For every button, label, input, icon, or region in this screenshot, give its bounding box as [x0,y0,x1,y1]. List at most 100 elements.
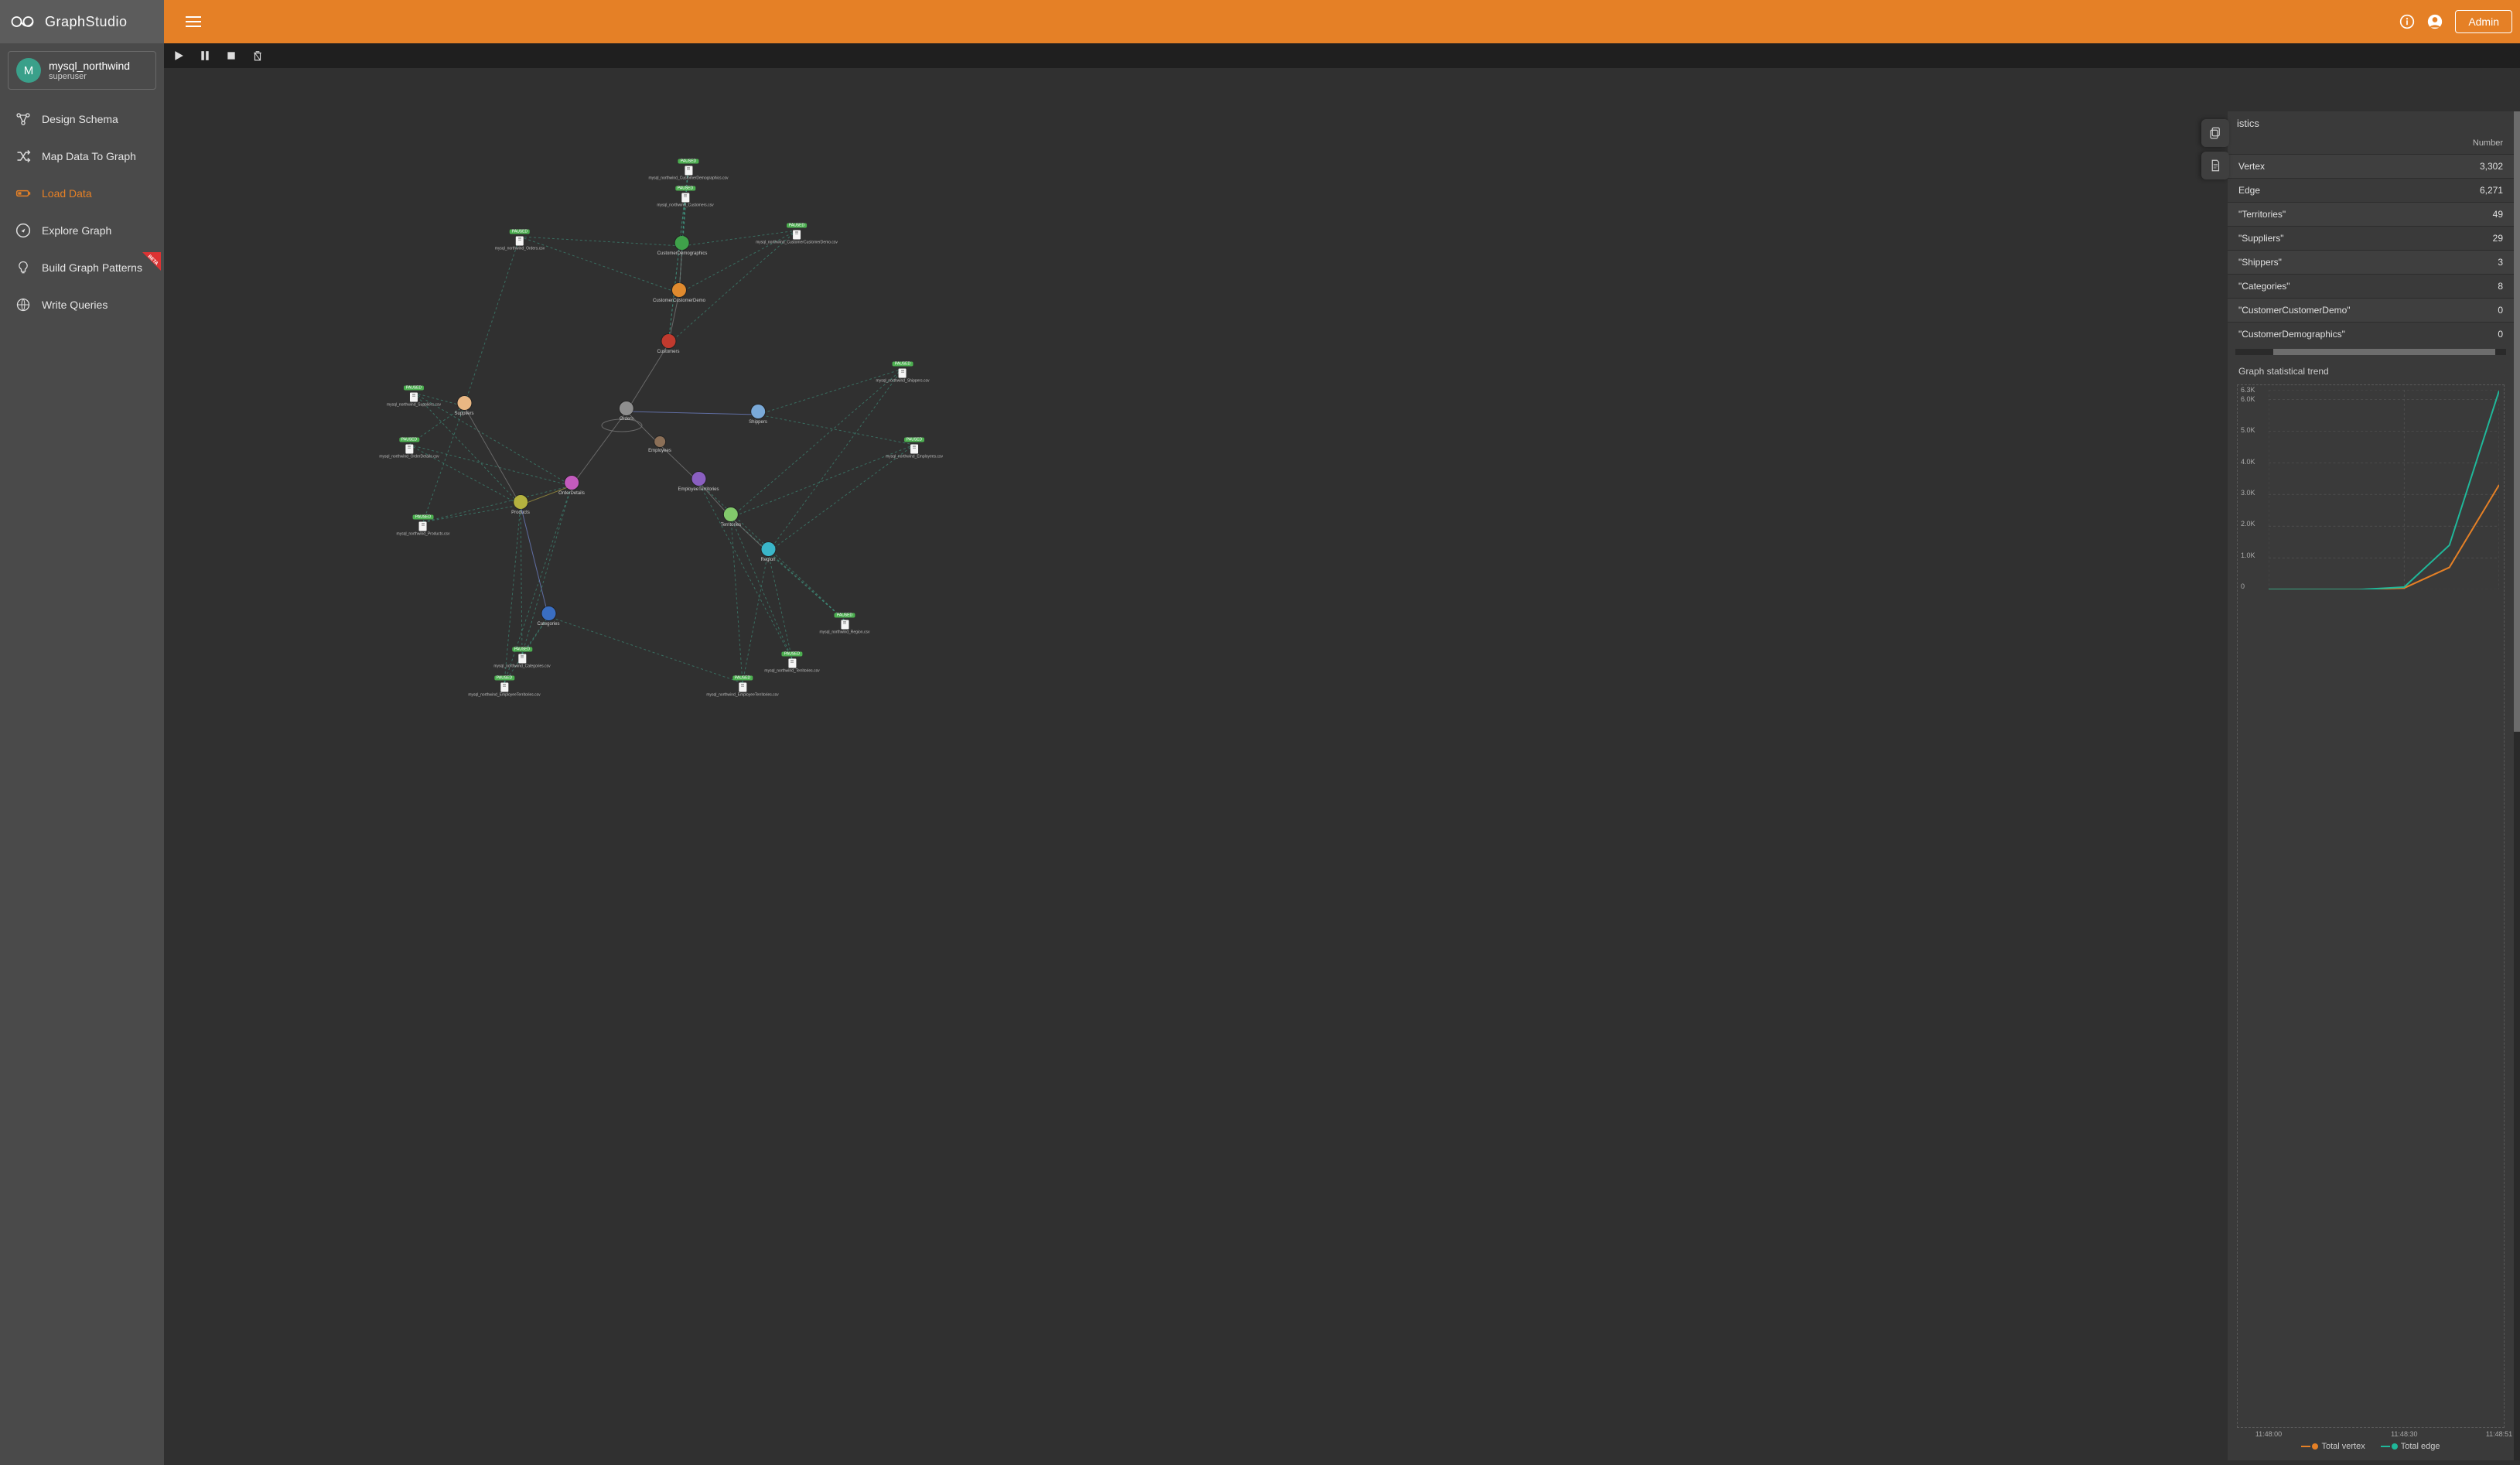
panel-vertical-scrollbar[interactable] [2514,111,2520,1460]
stats-header-number: Number [2473,138,2503,148]
stats-row: "CustomerCustomerDemo" 0 [2228,298,2514,322]
chart-ytick: 6.0K [2241,395,2255,403]
stats-row-name: "CustomerDemographics" [2238,329,2345,340]
data-file-node[interactable]: PAUSEDmysql_northwind_Products.csv [397,508,450,537]
stats-row-name: "Shippers" [2238,257,2282,268]
data-file-node[interactable]: PAUSEDmysql_northwind_Employees.csv [886,431,943,459]
graph-vertex-orderdetails[interactable]: OrderDetails [558,476,585,496]
project-selector[interactable]: M mysql_northwind superuser [8,51,156,90]
data-file-node[interactable]: PAUSEDmysql_northwind_CustomerDemographi… [648,152,728,181]
sidebar-item-label: Write Queries [42,299,108,311]
stats-row: "Categories"8 [2228,274,2514,298]
stats-row-name: Edge [2238,185,2260,196]
data-file-node[interactable]: PAUSEDmysql_northwind_Customers.csv [657,179,713,208]
data-file-node[interactable]: PAUSEDmysql_northwind_Region.csv [819,606,869,635]
sidebar-item-load-data[interactable]: Load Data [0,175,164,212]
statistics-panel: istics Number Vertex 3,302 Edge 6,271 "Terri… [2228,111,2514,1460]
stats-row-value: 6,271 [2480,185,2503,196]
copy-panel-button[interactable] [2201,119,2229,147]
data-file-node[interactable]: PAUSEDmysql_northwind_OrderDetails.csv [379,431,439,459]
data-file-node[interactable]: PAUSEDmysql_northwind_CustomerCustomerDe… [756,217,838,245]
data-file-node[interactable]: PAUSEDmysql_northwind_Orders.csv [495,223,545,251]
top-bar: Admin [0,0,2520,43]
sidebar-item-build-patterns[interactable]: Build Graph Patterns BETA [0,249,164,286]
chart-ytick: 4.0K [2241,458,2255,466]
menu-toggle-button[interactable] [179,8,207,36]
beta-badge-icon: BETA [142,252,161,271]
lightbulb-icon [15,260,31,275]
stats-row-value: 0 [2498,329,2503,340]
statistics-table: Number Vertex 3,302 Edge 6,271 "Territories"… [2228,132,2514,346]
shuffle-icon [15,149,31,164]
stats-row-name: Vertex [2238,161,2265,172]
account-button[interactable] [2421,8,2449,36]
stop-icon[interactable] [226,50,237,61]
chart-ytick: 3.0K [2241,489,2255,497]
data-file-node[interactable]: PAUSEDmysql_northwind_Categories.csv [493,640,550,669]
graph-vertex-customerdemographics[interactable]: CustomerDemographics [657,236,708,256]
stats-row-name: "Suppliers" [2238,233,2284,244]
sidebar-item-label: Design Schema [42,113,118,125]
chart-ytick: 2.0K [2241,520,2255,528]
doc-panel-button[interactable] [2201,152,2229,179]
data-file-node[interactable]: PAUSEDmysql_northwind_EmployeeTerritorie… [468,669,540,698]
admin-button[interactable]: Admin [2455,10,2512,33]
stats-row-name: "CustomerCustomerDemo" [2238,305,2351,316]
graph-edges-layer [164,68,2520,1465]
stats-horizontal-scrollbar[interactable] [2235,349,2506,355]
stats-row-value: 0 [2498,305,2503,316]
chart-xtick: 11:48:30 [2391,1430,2417,1438]
chart-ytick: 5.0K [2241,426,2255,434]
document-icon [2208,159,2222,172]
graph-vertex-employeeterritories[interactable]: EmployeeTerritories [678,472,719,492]
data-file-node[interactable]: PAUSEDmysql_northwind_Suppliers.csv [387,379,441,408]
account-icon [2427,14,2443,29]
project-name: mysql_northwind [49,60,130,72]
chart-xtick: 11:48:51 [2486,1430,2512,1438]
brand-logo-icon [11,13,39,30]
data-file-node[interactable]: PAUSEDmysql_northwind_Shippers.csv [876,355,930,384]
graph-vertex-suppliers[interactable]: Suppliers [454,396,473,416]
load-control-bar [164,43,2520,68]
info-icon [2399,14,2415,29]
chart-xtick: 11:48:00 [2255,1430,2282,1438]
hamburger-icon [186,16,201,27]
stats-row-value: 3,302 [2480,161,2503,172]
graph-vertex-customers[interactable]: Customers [657,334,679,354]
stats-row: "Shippers"3 [2228,250,2514,274]
pause-icon[interactable] [200,50,210,61]
graph-vertex-region[interactable]: Region [760,542,775,562]
legend-total-edge: Total edge [2381,1442,2440,1451]
trend-chart: 01.0K2.0K3.0K4.0K5.0K6.0K6.3K11:48:0011:… [2228,381,2514,1460]
sidebar-item-explore-graph[interactable]: Explore Graph [0,212,164,249]
trend-title: Graph statistical trend [2228,355,2514,381]
sidebar-item-write-queries[interactable]: Write Queries [0,286,164,323]
graph-vertex-shippers[interactable]: Shippers [749,405,767,425]
brand-zone: GraphStudio [0,0,164,43]
delete-icon[interactable] [252,50,263,61]
data-file-node[interactable]: PAUSEDmysql_northwind_EmployeeTerritorie… [706,669,778,698]
stats-row: Vertex 3,302 [2228,154,2514,178]
graph-vertex-orders[interactable]: Orders [620,401,633,422]
statistics-title: istics [2228,111,2514,132]
graph-canvas[interactable]: CustomerDemographics CustomerCustomerDemo… [164,68,2520,1465]
stats-row-name: "Territories" [2238,209,2286,220]
stats-row-name: "Categories" [2238,281,2290,292]
project-role: superuser [49,72,130,81]
info-button[interactable] [2393,8,2421,36]
chart-ytick: 6.3K [2241,386,2255,394]
sidebar-item-map-data[interactable]: Map Data To Graph [0,138,164,175]
sidebar-item-design-schema[interactable]: Design Schema [0,101,164,138]
graph-vertex-employees[interactable]: Employees [648,436,671,453]
play-icon[interactable] [173,50,184,61]
schema-icon [15,111,31,127]
stats-row: "CustomerDemographics" 0 [2228,322,2514,346]
graph-vertex-categories[interactable]: Categories [537,606,559,627]
sidebar: M mysql_northwind superuser Design Schem… [0,43,164,1465]
stats-row: Edge 6,271 [2228,178,2514,202]
graph-vertex-products[interactable]: Products [511,495,530,515]
copy-icon [2208,126,2222,140]
graph-vertex-territories[interactable]: Territories [721,507,741,528]
graph-vertex-customercustomerdemo[interactable]: CustomerCustomerDemo [653,283,705,303]
stats-row: "Suppliers"29 [2228,226,2514,250]
